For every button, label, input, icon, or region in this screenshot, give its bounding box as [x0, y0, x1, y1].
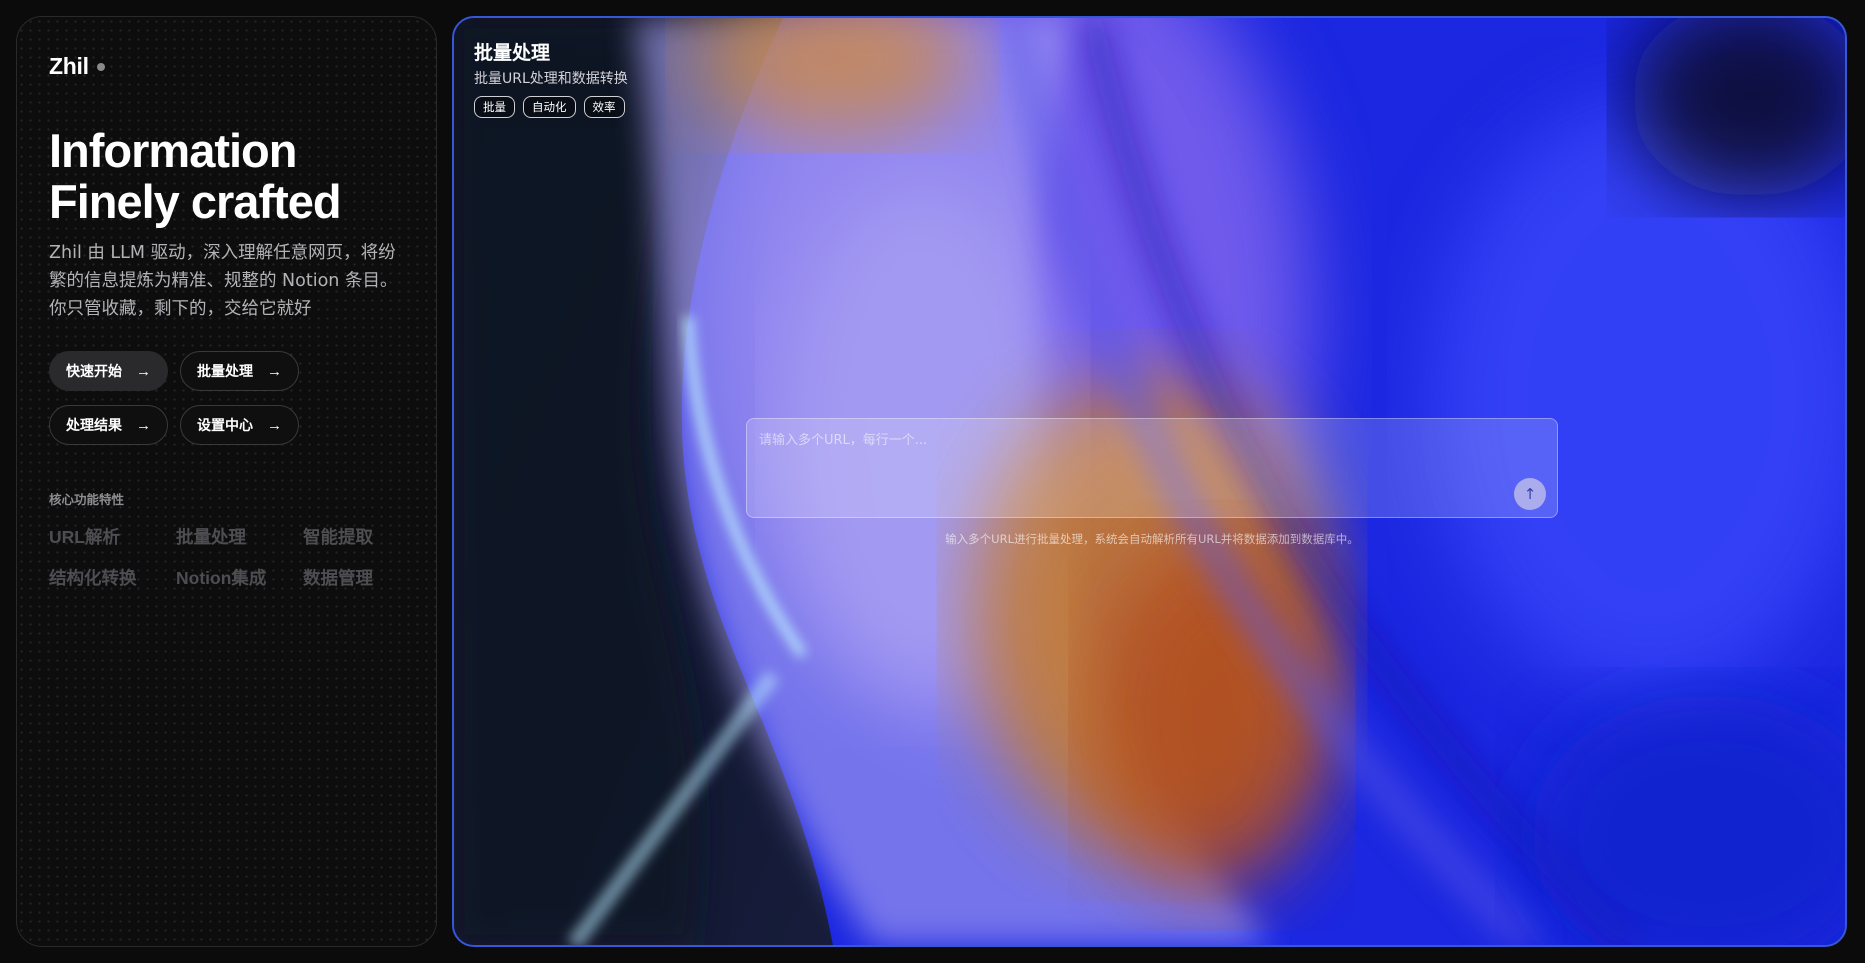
nav-row-1: 快速开始 → 批量处理 → [49, 351, 404, 391]
main-header: 批量处理 批量URL处理和数据转换 批量 自动化 效率 [474, 38, 628, 118]
tag-badge: 效率 [583, 96, 625, 118]
url-input-box: ↑ [746, 418, 1558, 518]
tag-badge: 批量 [474, 96, 515, 118]
main-panel: 批量处理 批量URL处理和数据转换 批量 自动化 效率 ↑ 输入多个URL进行批… [452, 16, 1847, 947]
arrow-up-icon: ↑ [1523, 485, 1537, 503]
feature-item: 结构化转换 [49, 568, 137, 588]
settings-button[interactable]: 设置中心 → [180, 405, 299, 445]
hero-description: Zhil 由 LLM 驱动，深入理解任意网页，将纷繁的信息提炼为精准、规整的 N… [49, 243, 398, 319]
arrow-right-icon: → [267, 416, 282, 434]
feature-item: 智能提取 [303, 527, 373, 547]
page-subtitle: 批量URL处理和数据转换 [474, 71, 628, 87]
status-dot-icon [96, 63, 105, 71]
results-button[interactable]: 处理结果 → [49, 405, 168, 445]
brand[interactable]: Zhil [49, 51, 404, 81]
feature-item: 数据管理 [303, 568, 373, 588]
features-title: 核心功能特性 [49, 492, 125, 507]
quick-start-button[interactable]: 快速开始 → [49, 351, 168, 391]
batch-process-button[interactable]: 批量处理 → [180, 351, 299, 391]
arrow-right-icon: → [136, 416, 151, 434]
hero-title-line-2: Finely crafted [49, 175, 342, 228]
features-grid: URL解析 批量处理 智能提取 结构化转换 Notion集成 数据管理 [49, 524, 404, 590]
hero-title: Information Finely crafted [49, 125, 404, 227]
tag-row: 批量 自动化 效率 [474, 96, 628, 118]
nav-row-2: 处理结果 → 设置中心 → [49, 405, 404, 445]
url-input[interactable] [747, 419, 1557, 517]
feature-item: URL解析 [49, 527, 120, 547]
feature-item: Notion集成 [176, 568, 267, 588]
input-hint: 输入多个URL进行批量处理，系统会自动解析所有URL并将数据添加到数据库中。 [945, 532, 1359, 546]
batch-process-label: 批量处理 [197, 363, 253, 379]
hero-title-line-1: Information [49, 124, 297, 177]
results-label: 处理结果 [66, 417, 122, 433]
send-button[interactable]: ↑ [1514, 478, 1546, 510]
settings-label: 设置中心 [197, 417, 253, 433]
arrow-right-icon: → [136, 362, 151, 380]
sidebar: Zhil Information Finely crafted Zhil 由 L… [16, 16, 437, 947]
feature-item: 批量处理 [176, 527, 246, 547]
quick-start-label: 快速开始 [66, 363, 122, 379]
tag-badge: 自动化 [523, 96, 576, 118]
page-title: 批量处理 [474, 42, 551, 64]
arrow-right-icon: → [267, 362, 282, 380]
brand-name: Zhil [49, 52, 89, 79]
